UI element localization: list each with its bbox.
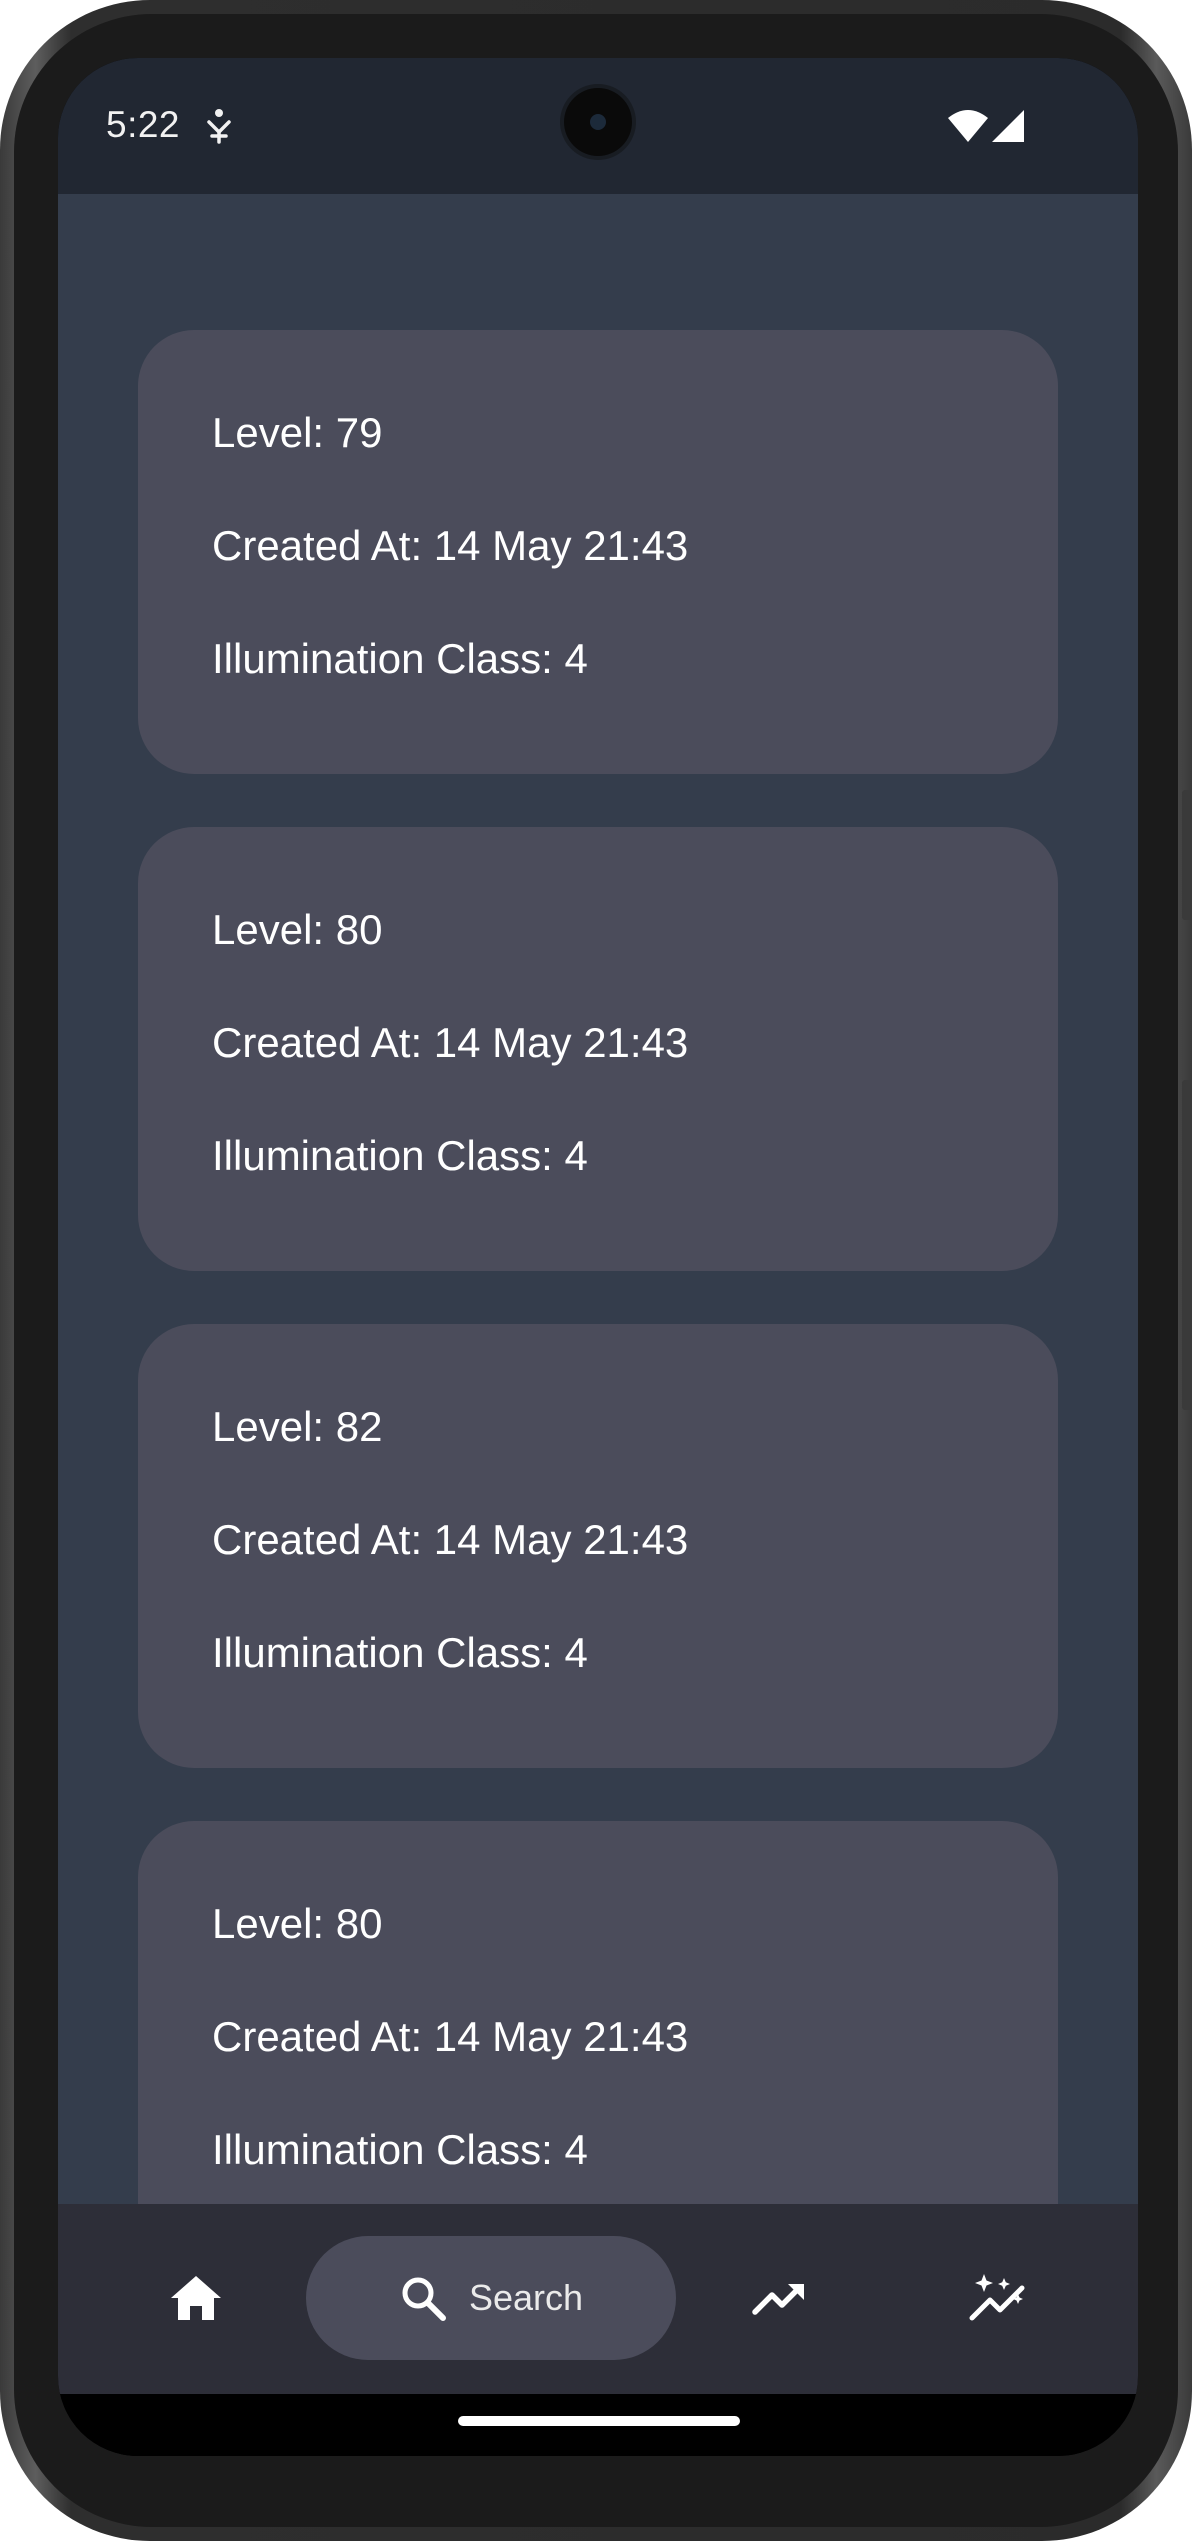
nav-search[interactable]: Search — [306, 2236, 676, 2360]
gesture-area — [58, 2394, 1138, 2456]
notification-icon — [207, 109, 231, 144]
illumination-class-text: Illumination Class: 4 — [212, 635, 588, 682]
volume-button — [1182, 1080, 1192, 1410]
nav-search-label: Search — [468, 2277, 584, 2318]
list-item[interactable]: Level: 80 Created At: 14 May 21:43 Illum… — [138, 1821, 1058, 2204]
created-at-text: Created At: 14 May 21:43 — [212, 2013, 689, 2060]
sparkle-chart-icon — [969, 2274, 1025, 2321]
nav-home[interactable] — [134, 2236, 258, 2360]
trending-up-icon — [752, 2284, 804, 2315]
illumination-class-text: Illumination Class: 4 — [212, 1132, 588, 1179]
list-item[interactable]: Level: 79 Created At: 14 May 21:43 Illum… — [138, 330, 1058, 774]
status-time: 5:22 — [106, 104, 181, 145]
level-text: Level: 80 — [212, 1900, 383, 1947]
nav-insights[interactable] — [936, 2236, 1060, 2360]
created-at-text: Created At: 14 May 21:43 — [212, 1516, 689, 1563]
content-list[interactable]: Level: 79 Created At: 14 May 21:43 Illum… — [58, 194, 1138, 2204]
level-text: Level: 82 — [212, 1403, 383, 1450]
bottom-navigation: Search — [58, 2204, 1138, 2394]
created-at-text: Created At: 14 May 21:43 — [212, 522, 689, 569]
list-item[interactable]: Level: 82 Created At: 14 May 21:43 Illum… — [138, 1324, 1058, 1768]
search-icon — [402, 2277, 446, 2321]
level-text: Level: 79 — [212, 409, 383, 456]
phone-frame: 5:22 Level: 79 Created At: 14 May 21:43 … — [0, 0, 1192, 2541]
nav-trending[interactable] — [718, 2236, 842, 2360]
level-text: Level: 80 — [212, 906, 383, 953]
screen: 5:22 Level: 79 Created At: 14 May 21:43 … — [58, 58, 1138, 2456]
list-item[interactable]: Level: 80 Created At: 14 May 21:43 Illum… — [138, 827, 1058, 1271]
created-at-text: Created At: 14 May 21:43 — [212, 1019, 689, 1066]
wifi-icon — [948, 110, 988, 142]
home-icon — [171, 2276, 221, 2320]
illumination-class-text: Illumination Class: 4 — [212, 2126, 588, 2173]
status-bar: 5:22 — [58, 58, 1138, 194]
illumination-class-text: Illumination Class: 4 — [212, 1629, 588, 1676]
power-button — [1182, 790, 1192, 920]
signal-icon — [992, 110, 1024, 142]
home-gesture-handle[interactable] — [458, 2416, 740, 2426]
front-camera — [564, 88, 632, 156]
